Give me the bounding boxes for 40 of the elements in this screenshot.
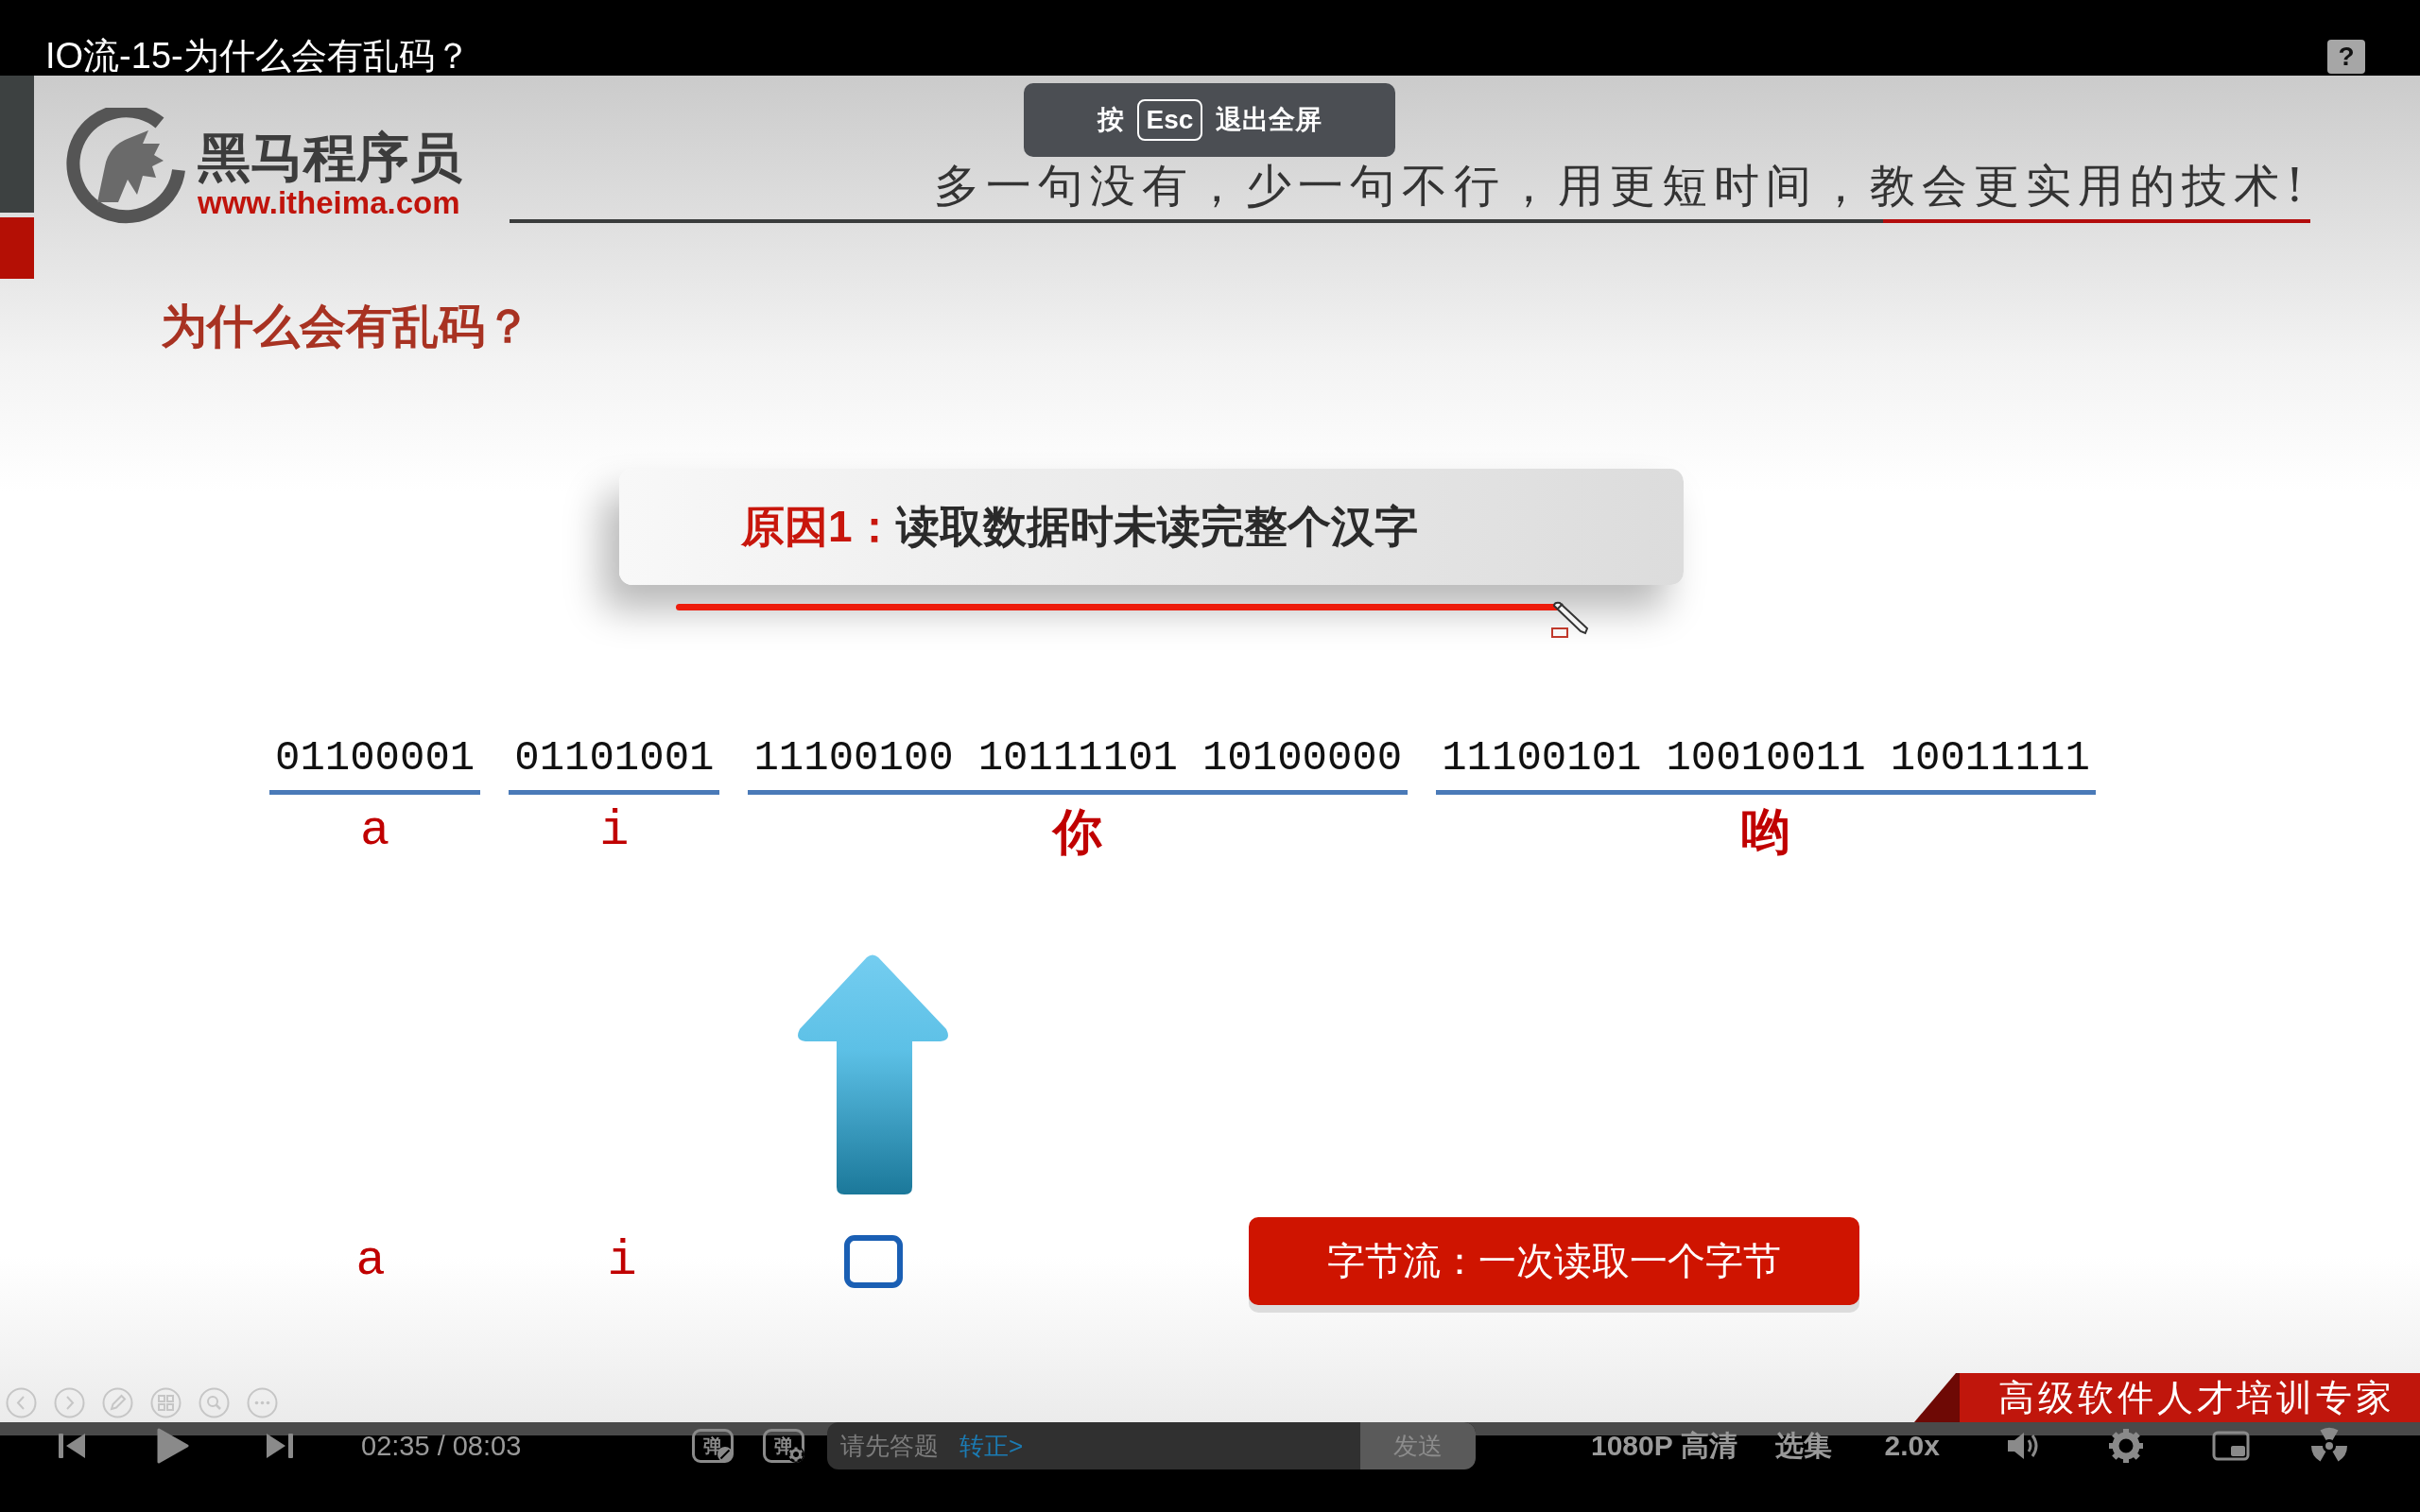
- help-button[interactable]: ?: [2327, 40, 2365, 74]
- danmaku-settings-button[interactable]: 弹: [763, 1429, 804, 1463]
- quality-button[interactable]: 1080P 高清: [1591, 1426, 1737, 1466]
- picture-in-picture-icon[interactable]: [2211, 1431, 2250, 1461]
- danmaku-input-field[interactable]: 请先答题: [840, 1430, 952, 1462]
- decoded-character: a: [360, 804, 390, 858]
- decoded-character: 你: [1053, 804, 1103, 858]
- slide-heading: 为什么会有乱码？: [161, 301, 531, 352]
- pen-cursor-icon: [1551, 600, 1590, 639]
- speed-button[interactable]: 2.0x: [1884, 1430, 1940, 1462]
- edge-marker: [0, 217, 34, 279]
- binary-byte: 01101001: [514, 737, 715, 779]
- esc-key: Esc: [1136, 99, 1203, 141]
- binary-byte: 10111101: [977, 737, 1178, 779]
- skip-back-icon[interactable]: [59, 1432, 87, 1460]
- binary-byte: 11100101: [1442, 737, 1642, 779]
- brand-url: www.itheima.com: [198, 187, 460, 218]
- playback-time: 02:35 / 08:03: [361, 1430, 523, 1462]
- slogan-banner: 高级软件人才培训专家: [1914, 1373, 2420, 1422]
- episodes-button[interactable]: 选集: [1774, 1426, 1832, 1466]
- binary-byte: 01100001: [275, 737, 475, 779]
- binary-byte: 10100000: [1201, 737, 1403, 779]
- skip-forward-icon[interactable]: [265, 1432, 293, 1460]
- binary-byte: 11100100: [753, 737, 954, 779]
- play-icon[interactable]: [156, 1427, 190, 1465]
- settings-icon[interactable]: [2107, 1428, 2144, 1464]
- binary-byte: 10010011: [1666, 737, 1866, 779]
- brand-name: 黑马程序员: [198, 131, 462, 184]
- binary-byte: 10011111: [1890, 737, 2090, 779]
- slogan: 多一句没有，少一句不行，用更短时间，教会更实用的技术!: [933, 163, 2310, 208]
- reason-text: 原因1：读取数据时未读完整个汉字: [741, 500, 1418, 553]
- decoded-character: i: [599, 804, 630, 858]
- read-character: a: [355, 1234, 386, 1288]
- empty-square-icon: [844, 1234, 903, 1288]
- video-title: IO流-15-为什么会有乱码？: [45, 36, 471, 76]
- decoded-character: 哟: [1741, 804, 1790, 858]
- toast-suffix-text: 退出全屏: [1216, 104, 1322, 136]
- read-character: i: [607, 1234, 637, 1288]
- danmaku-toggle-button[interactable]: 弹: [692, 1429, 734, 1463]
- toast-prefix-text: 按: [1097, 104, 1124, 136]
